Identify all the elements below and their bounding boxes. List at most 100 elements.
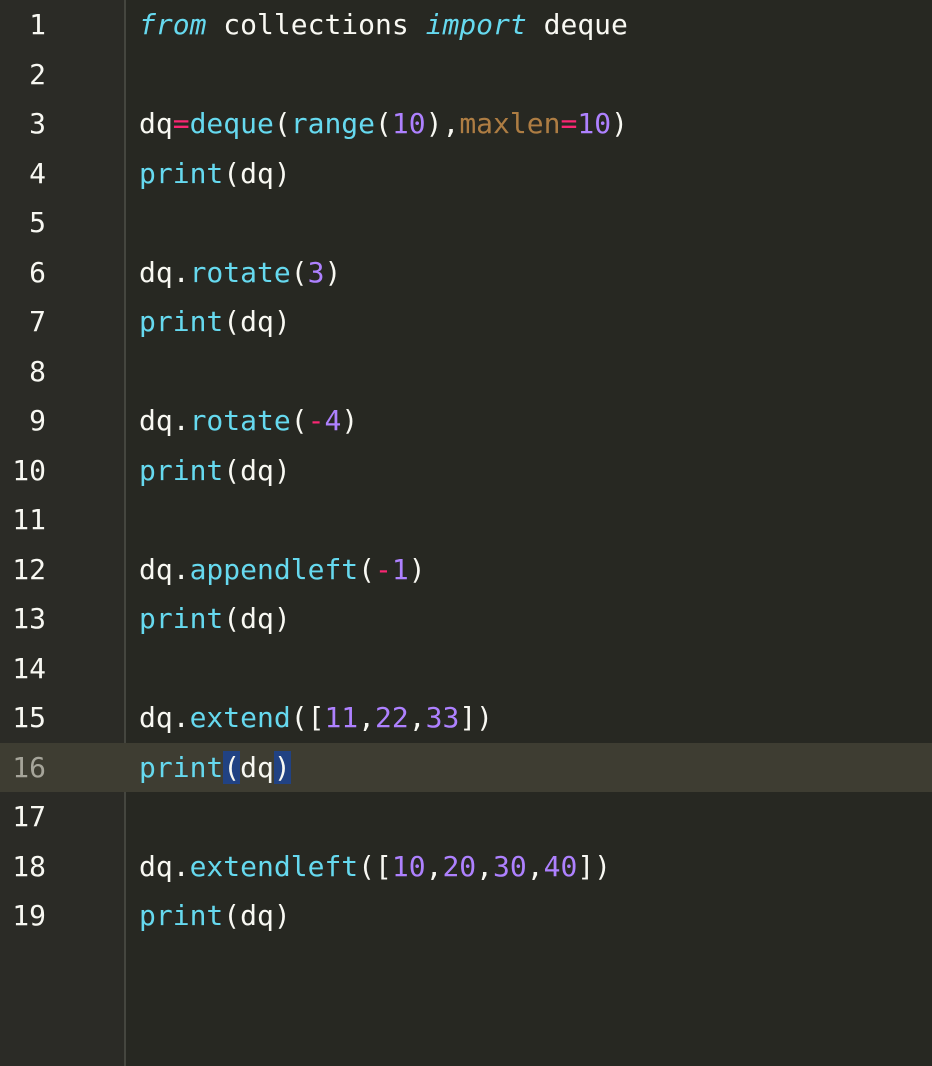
- code-token: from: [139, 8, 207, 41]
- code-token: (: [290, 255, 308, 289]
- code-token: 11: [324, 701, 359, 734]
- code-token: =: [172, 107, 190, 140]
- code-text[interactable]: dq.rotate(3): [139, 248, 341, 298]
- code-line[interactable]: 17: [0, 792, 932, 842]
- code-token: ,: [526, 849, 544, 883]
- code-token: 3: [307, 255, 325, 289]
- line-number: 15: [12, 701, 46, 734]
- code-token: dq.: [139, 404, 190, 437]
- code-text[interactable]: dq.extend([11,22,33]): [139, 693, 493, 743]
- line-number: 1: [29, 8, 46, 41]
- code-token: (: [358, 552, 376, 586]
- code-token: (dq): [223, 602, 291, 635]
- code-text[interactable]: print(dq): [139, 743, 291, 793]
- line-number: 2: [29, 57, 46, 91]
- code-line[interactable]: 19 print(dq): [0, 891, 932, 941]
- code-token: print: [139, 899, 224, 932]
- code-line[interactable]: 5: [0, 198, 932, 248]
- code-token: dq.: [139, 255, 190, 289]
- code-line[interactable]: 13 print(dq): [0, 594, 932, 644]
- code-token: ]): [459, 701, 494, 734]
- code-token: collections: [206, 8, 426, 41]
- code-line[interactable]: 12 dq.appendleft(-1): [0, 545, 932, 595]
- code-line[interactable]: 11: [0, 495, 932, 545]
- code-line[interactable]: 3 dq=deque(range(10),maxlen=10): [0, 99, 932, 149]
- code-token: 10: [577, 107, 612, 140]
- code-token: 1: [391, 552, 409, 586]
- code-text[interactable]: print(dq): [139, 297, 291, 347]
- code-text[interactable]: print(dq): [139, 446, 291, 496]
- code-token: ,: [408, 701, 426, 734]
- line-number: 8: [29, 354, 46, 388]
- line-number: 4: [29, 156, 46, 190]
- code-token: -: [375, 552, 392, 586]
- code-line[interactable]: 14: [0, 644, 932, 694]
- code-token: (: [273, 107, 291, 140]
- line-number: 19: [12, 899, 46, 932]
- code-token: ): [408, 552, 426, 586]
- code-token: 10: [391, 849, 426, 883]
- code-editor[interactable]: 1 from collections import deque 2 3 dq=deque…: [0, 0, 932, 1066]
- code-token: 10: [391, 107, 426, 140]
- code-token: extendleft: [189, 849, 359, 883]
- code-line[interactable]: 9 dq.rotate(-4): [0, 396, 932, 446]
- code-token: (dq): [223, 156, 291, 190]
- code-line[interactable]: 1 from collections import deque: [0, 0, 932, 50]
- line-number: 9: [29, 404, 46, 437]
- code-token: ): [611, 107, 628, 140]
- code-token: print: [139, 750, 224, 784]
- code-line[interactable]: 4 print(dq): [0, 149, 932, 199]
- code-token: (: [223, 750, 241, 784]
- code-token: dq: [139, 107, 173, 140]
- code-token: import: [425, 8, 527, 41]
- line-number: 17: [12, 800, 46, 833]
- code-line[interactable]: 10 print(dq): [0, 446, 932, 496]
- code-token: print: [139, 602, 224, 635]
- code-token: ): [324, 255, 342, 289]
- code-line[interactable]: 16 print(dq): [0, 742, 932, 793]
- code-token: ,: [425, 849, 443, 883]
- code-token: (: [375, 107, 392, 140]
- code-token: 22: [375, 701, 409, 734]
- code-token: ): [273, 750, 291, 784]
- code-token: -: [307, 404, 325, 437]
- code-line[interactable]: 2: [0, 50, 932, 100]
- code-token: dq.: [139, 849, 190, 883]
- code-text[interactable]: print(dq): [139, 149, 291, 199]
- line-number: 6: [29, 255, 46, 289]
- code-text[interactable]: dq=deque(range(10),maxlen=10): [139, 99, 628, 149]
- code-token: 40: [543, 849, 578, 883]
- line-number: 5: [29, 206, 46, 239]
- code-token: extend: [189, 701, 291, 734]
- code-token: (dq): [223, 899, 291, 932]
- code-line[interactable]: 18 dq.extendleft([10,20,30,40]): [0, 842, 932, 892]
- line-number: 12: [12, 552, 46, 586]
- line-number: 16: [12, 750, 46, 784]
- code-token: dq: [240, 750, 274, 784]
- code-text[interactable]: from collections import deque: [139, 0, 628, 50]
- code-token: ),: [425, 107, 460, 140]
- code-text[interactable]: print(dq): [139, 594, 291, 644]
- code-line[interactable]: 15 dq.extend([11,22,33]): [0, 693, 932, 743]
- code-token: print: [139, 453, 224, 487]
- line-number: 10: [12, 453, 46, 487]
- code-token: dq.: [139, 701, 190, 734]
- code-text[interactable]: dq.rotate(-4): [139, 396, 358, 446]
- code-token: ,: [358, 701, 376, 734]
- code-token: print: [139, 156, 224, 190]
- code-token: ]): [577, 849, 612, 883]
- line-number: 14: [12, 651, 46, 685]
- code-text[interactable]: dq.extendleft([10,20,30,40]): [139, 842, 611, 892]
- code-token: ([: [358, 849, 392, 883]
- line-number: 13: [12, 602, 46, 635]
- code-token: 33: [425, 701, 460, 734]
- line-number: 7: [29, 305, 46, 338]
- code-line[interactable]: 6 dq.rotate(3): [0, 248, 932, 298]
- code-token: dq.: [139, 552, 190, 586]
- code-line[interactable]: 7 print(dq): [0, 297, 932, 347]
- code-token: print: [139, 305, 224, 338]
- code-token: rotate: [189, 404, 291, 437]
- code-text[interactable]: print(dq): [139, 891, 291, 941]
- code-line[interactable]: 8: [0, 347, 932, 397]
- code-text[interactable]: dq.appendleft(-1): [139, 545, 426, 595]
